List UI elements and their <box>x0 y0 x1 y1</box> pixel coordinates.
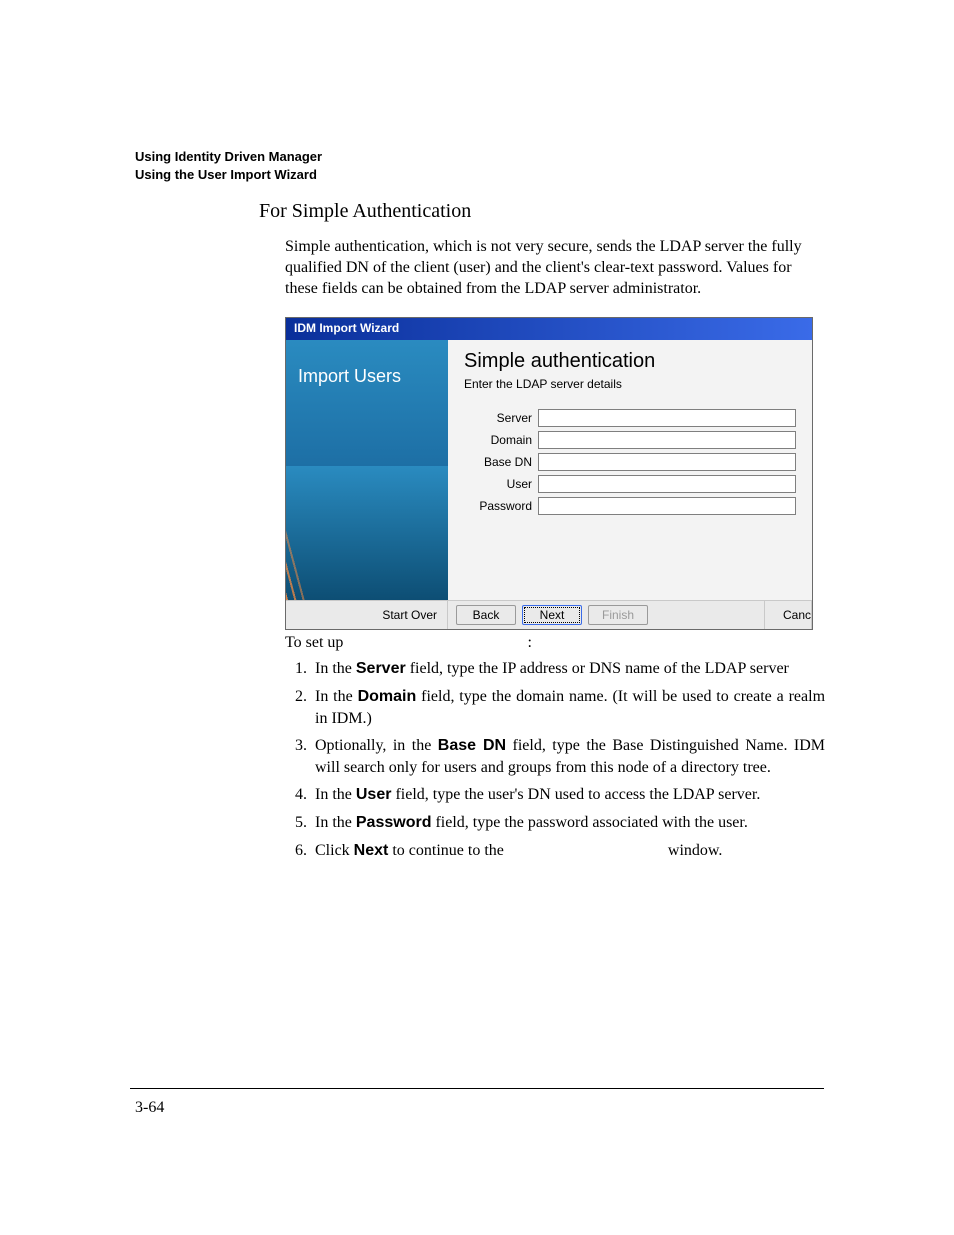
content-column: For Simple Authentication Simple authent… <box>285 200 825 861</box>
finish-button[interactable]: Finish <box>588 605 648 625</box>
next-term: Next <box>354 842 389 859</box>
section-intro: Simple authentication, which is not very… <box>285 237 825 299</box>
wizard-nav-buttons: Back Next Finish <box>448 601 764 629</box>
step-3: Optionally, in the Base DN field, type t… <box>311 735 825 778</box>
domain-term: Domain <box>358 688 417 705</box>
cancel-button-truncated[interactable]: Canc <box>783 608 811 622</box>
server-label: Server <box>464 411 538 425</box>
server-term: Server <box>356 660 406 677</box>
next-button[interactable]: Next <box>522 605 582 625</box>
section-heading: For Simple Authentication <box>259 200 825 223</box>
password-term: Password <box>356 814 432 831</box>
running-head-line1: Using Identity Driven Manager <box>135 148 322 166</box>
steps-list: In the Server field, type the IP address… <box>285 658 825 861</box>
field-row-domain: Domain <box>464 431 796 449</box>
user-term: User <box>356 786 392 803</box>
step-2: In the Domain field, type the domain nam… <box>311 686 825 729</box>
domain-input[interactable] <box>538 431 796 449</box>
field-row-user: User <box>464 475 796 493</box>
running-head-line2: Using the User Import Wizard <box>135 166 322 184</box>
wizard-side-panel: Import Users <box>286 340 448 600</box>
step-5: In the Password field, type the password… <box>311 812 825 834</box>
idm-import-wizard: IDM Import Wizard Import Users Simple au… <box>285 317 813 630</box>
wizard-main-subtext: Enter the LDAP server details <box>464 377 796 391</box>
setup-caption: To set up : <box>285 634 825 652</box>
wizard-body: Import Users Simple authentication Enter… <box>286 340 812 600</box>
setup-prefix: To set up <box>285 634 347 651</box>
start-over-cell: Start Over <box>286 601 448 629</box>
basedn-label: Base DN <box>464 455 538 469</box>
setup-colon: : <box>527 634 531 651</box>
wizard-titlebar: IDM Import Wizard <box>286 318 812 340</box>
basedn-input[interactable] <box>538 453 796 471</box>
page: Using Identity Driven Manager Using the … <box>0 0 954 1235</box>
step-6: Click Next to continue to the window. <box>311 840 825 862</box>
user-label: User <box>464 477 538 491</box>
password-input[interactable] <box>538 497 796 515</box>
back-button[interactable]: Back <box>456 605 516 625</box>
page-number: 3-64 <box>135 1099 164 1117</box>
field-row-password: Password <box>464 497 796 515</box>
step-1: In the Server field, type the IP address… <box>311 658 825 680</box>
running-head: Using Identity Driven Manager Using the … <box>135 148 322 183</box>
field-row-basedn: Base DN <box>464 453 796 471</box>
wizard-side-image <box>286 466 448 600</box>
domain-label: Domain <box>464 433 538 447</box>
page-rule <box>130 1088 824 1089</box>
wizard-main-spacer <box>464 519 796 573</box>
basedn-term: Base DN <box>438 737 506 754</box>
wizard-main-panel: Simple authentication Enter the LDAP ser… <box>448 340 812 600</box>
start-over-link[interactable]: Start Over <box>382 608 437 622</box>
step-4: In the User field, type the user's DN us… <box>311 784 825 806</box>
cancel-cell: Canc <box>764 601 812 629</box>
wizard-side-title: Import Users <box>286 340 448 466</box>
wizard-footer: Start Over Back Next Finish Canc <box>286 600 812 629</box>
wizard-main-heading: Simple authentication <box>464 350 796 373</box>
field-row-server: Server <box>464 409 796 427</box>
server-input[interactable] <box>538 409 796 427</box>
user-input[interactable] <box>538 475 796 493</box>
password-label: Password <box>464 499 538 513</box>
